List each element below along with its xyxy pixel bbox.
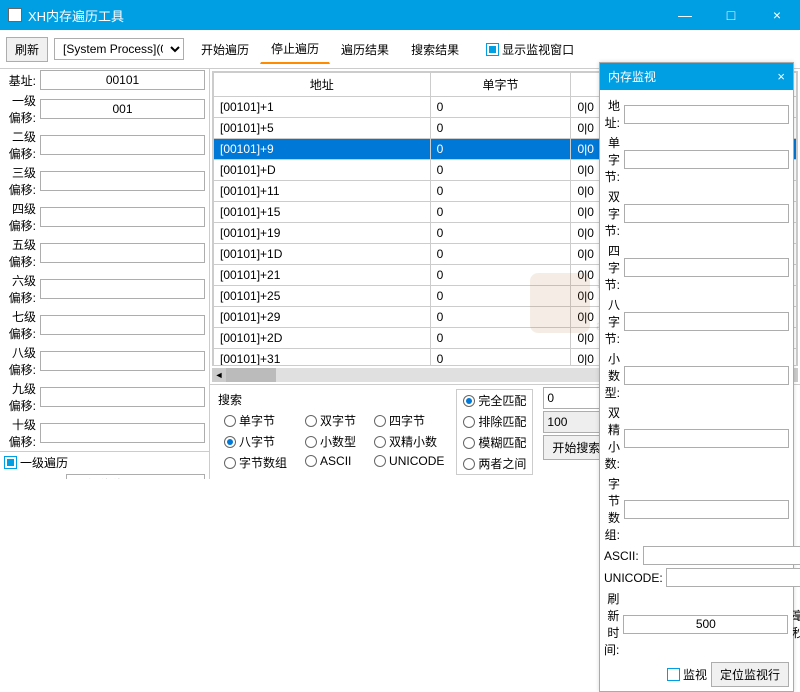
monitor-field-label: 单字节: [604,134,624,185]
offset-input-8[interactable] [40,387,205,407]
type-radio-双精小数[interactable]: 双精小数 [374,433,444,450]
group1-title[interactable]: 一级遍历 [0,451,209,473]
monitor-title: 内存监视 [608,68,777,85]
offset-input-6[interactable] [40,315,205,335]
title-bar: XH内存遍历工具 — □ × [0,0,800,30]
monitor-field-label: 双字节: [604,188,624,239]
monitor-field-input-5[interactable] [624,366,789,385]
tab-2[interactable]: 遍历结果 [330,35,400,64]
monitor-field-input-0[interactable] [624,105,789,124]
monitor-field-label: 小数型: [604,350,624,401]
monitor-field-label: 四字节: [604,242,624,293]
type-radio-UNICODE[interactable]: UNICODE [374,454,444,468]
tab-1[interactable]: 停止遍历 [260,34,330,64]
offset-label-5: 六级偏移: [4,272,40,306]
monitor-field-input-1[interactable] [624,150,789,169]
show-monitor-checkbox[interactable]: 显示监视窗口 [486,41,574,58]
match-radio-完全匹配[interactable]: 完全匹配 [463,392,526,409]
base-label: 基址: [4,72,40,89]
window-title: XH内存遍历工具 [28,6,662,25]
monitor-field-label: UNICODE: [604,571,666,585]
locate-row-button[interactable]: 定位监视行 [711,662,789,687]
monitor-field-label: 八字节: [604,296,624,347]
match-radio-两者之间[interactable]: 两者之间 [463,455,526,472]
monitor-field-label: 地址: [604,97,624,131]
type-radio-八字节[interactable]: 八字节 [224,433,287,450]
offset-label-4: 五级偏移: [4,236,40,270]
type-radio-小数型[interactable]: 小数型 [305,433,356,450]
type-radio-字节数组[interactable]: 字节数组 [224,454,287,471]
offset-label-1: 二级偏移: [4,128,40,162]
monitor-field-label: 字节数组: [604,475,624,543]
offset-input-2[interactable] [40,171,205,191]
match-radio-模糊匹配[interactable]: 模糊匹配 [463,434,526,451]
offset-input-7[interactable] [40,351,205,371]
maximize-button[interactable]: □ [708,0,754,30]
offset-input-1[interactable] [40,135,205,155]
offset-label-0: 一级偏移: [4,92,40,126]
base-input[interactable] [40,70,205,90]
base-row: 基址: [0,69,209,91]
offset-label-6: 七级偏移: [4,308,40,342]
monitor-field-input-2[interactable] [624,204,789,223]
scroll-left-icon[interactable]: ◄ [212,368,226,382]
match-mode-group: 完全匹配排除匹配模糊匹配两者之间 [456,389,533,475]
tab-3[interactable]: 搜索结果 [400,35,470,64]
monitor-field-label: ASCII: [604,549,643,563]
col-header[interactable]: 单字节 [430,73,571,97]
refresh-interval-input[interactable] [623,615,788,634]
search-title: 搜索 [218,389,450,410]
offset-input-5[interactable] [40,279,205,299]
offset-input-3[interactable] [40,207,205,227]
monitor-field-input-4[interactable] [624,312,789,331]
type-radio-双字节[interactable]: 双字节 [305,412,356,429]
close-button[interactable]: × [754,0,800,30]
tabs: 开始遍历停止遍历遍历结果搜索结果 [190,34,470,64]
type-radio-四字节[interactable]: 四字节 [374,412,444,429]
offset-label-2: 三级偏移: [4,164,40,198]
monitor-field-input-9[interactable] [666,568,800,587]
left-panel: 基址: 一级偏移:二级偏移:三级偏移:四级偏移:五级偏移:六级偏移:七级偏移:八… [0,69,210,479]
tab-0[interactable]: 开始遍历 [190,35,260,64]
offset-input-0[interactable] [40,99,205,119]
offset-label-9: 十级偏移: [4,416,40,450]
monitor-checkbox[interactable]: 监视 [667,666,707,683]
monitor-field-input-3[interactable] [624,258,789,277]
offset-label-3: 四级偏移: [4,200,40,234]
monitor-field-label: 双精小数: [604,404,624,472]
offset-input-9[interactable] [40,423,205,443]
monitor-field-input-6[interactable] [624,429,789,448]
show-monitor-label: 显示监视窗口 [502,41,574,58]
offset-label-7: 八级偏移: [4,344,40,378]
offset-input-4[interactable] [40,243,205,263]
monitor-field-input-8[interactable] [643,546,800,565]
minimize-button[interactable]: — [662,0,708,30]
monitor-field-input-7[interactable] [624,500,789,519]
type-radio-ASCII[interactable]: ASCII [305,454,356,468]
type-radio-单字节[interactable]: 单字节 [224,412,287,429]
group1-offset-select[interactable]: 一级偏移 [66,474,205,479]
process-select[interactable]: [System Process](0) [54,38,184,60]
checkbox-icon [486,43,499,56]
match-radio-排除匹配[interactable]: 排除匹配 [463,413,526,430]
monitor-titlebar[interactable]: 内存监视 × [600,63,793,90]
refresh-button[interactable]: 刷新 [6,37,48,62]
checkbox-icon [4,456,17,469]
col-header[interactable]: 地址 [214,73,431,97]
app-icon [8,8,22,22]
memory-monitor-panel: 内存监视 × 地址: 单字节: 双字节: 四字节: 八字节: 小数型: 双精小数: 字节数组:… [599,62,794,692]
monitor-close-button[interactable]: × [777,69,785,84]
offset-label-8: 九级偏移: [4,380,40,414]
